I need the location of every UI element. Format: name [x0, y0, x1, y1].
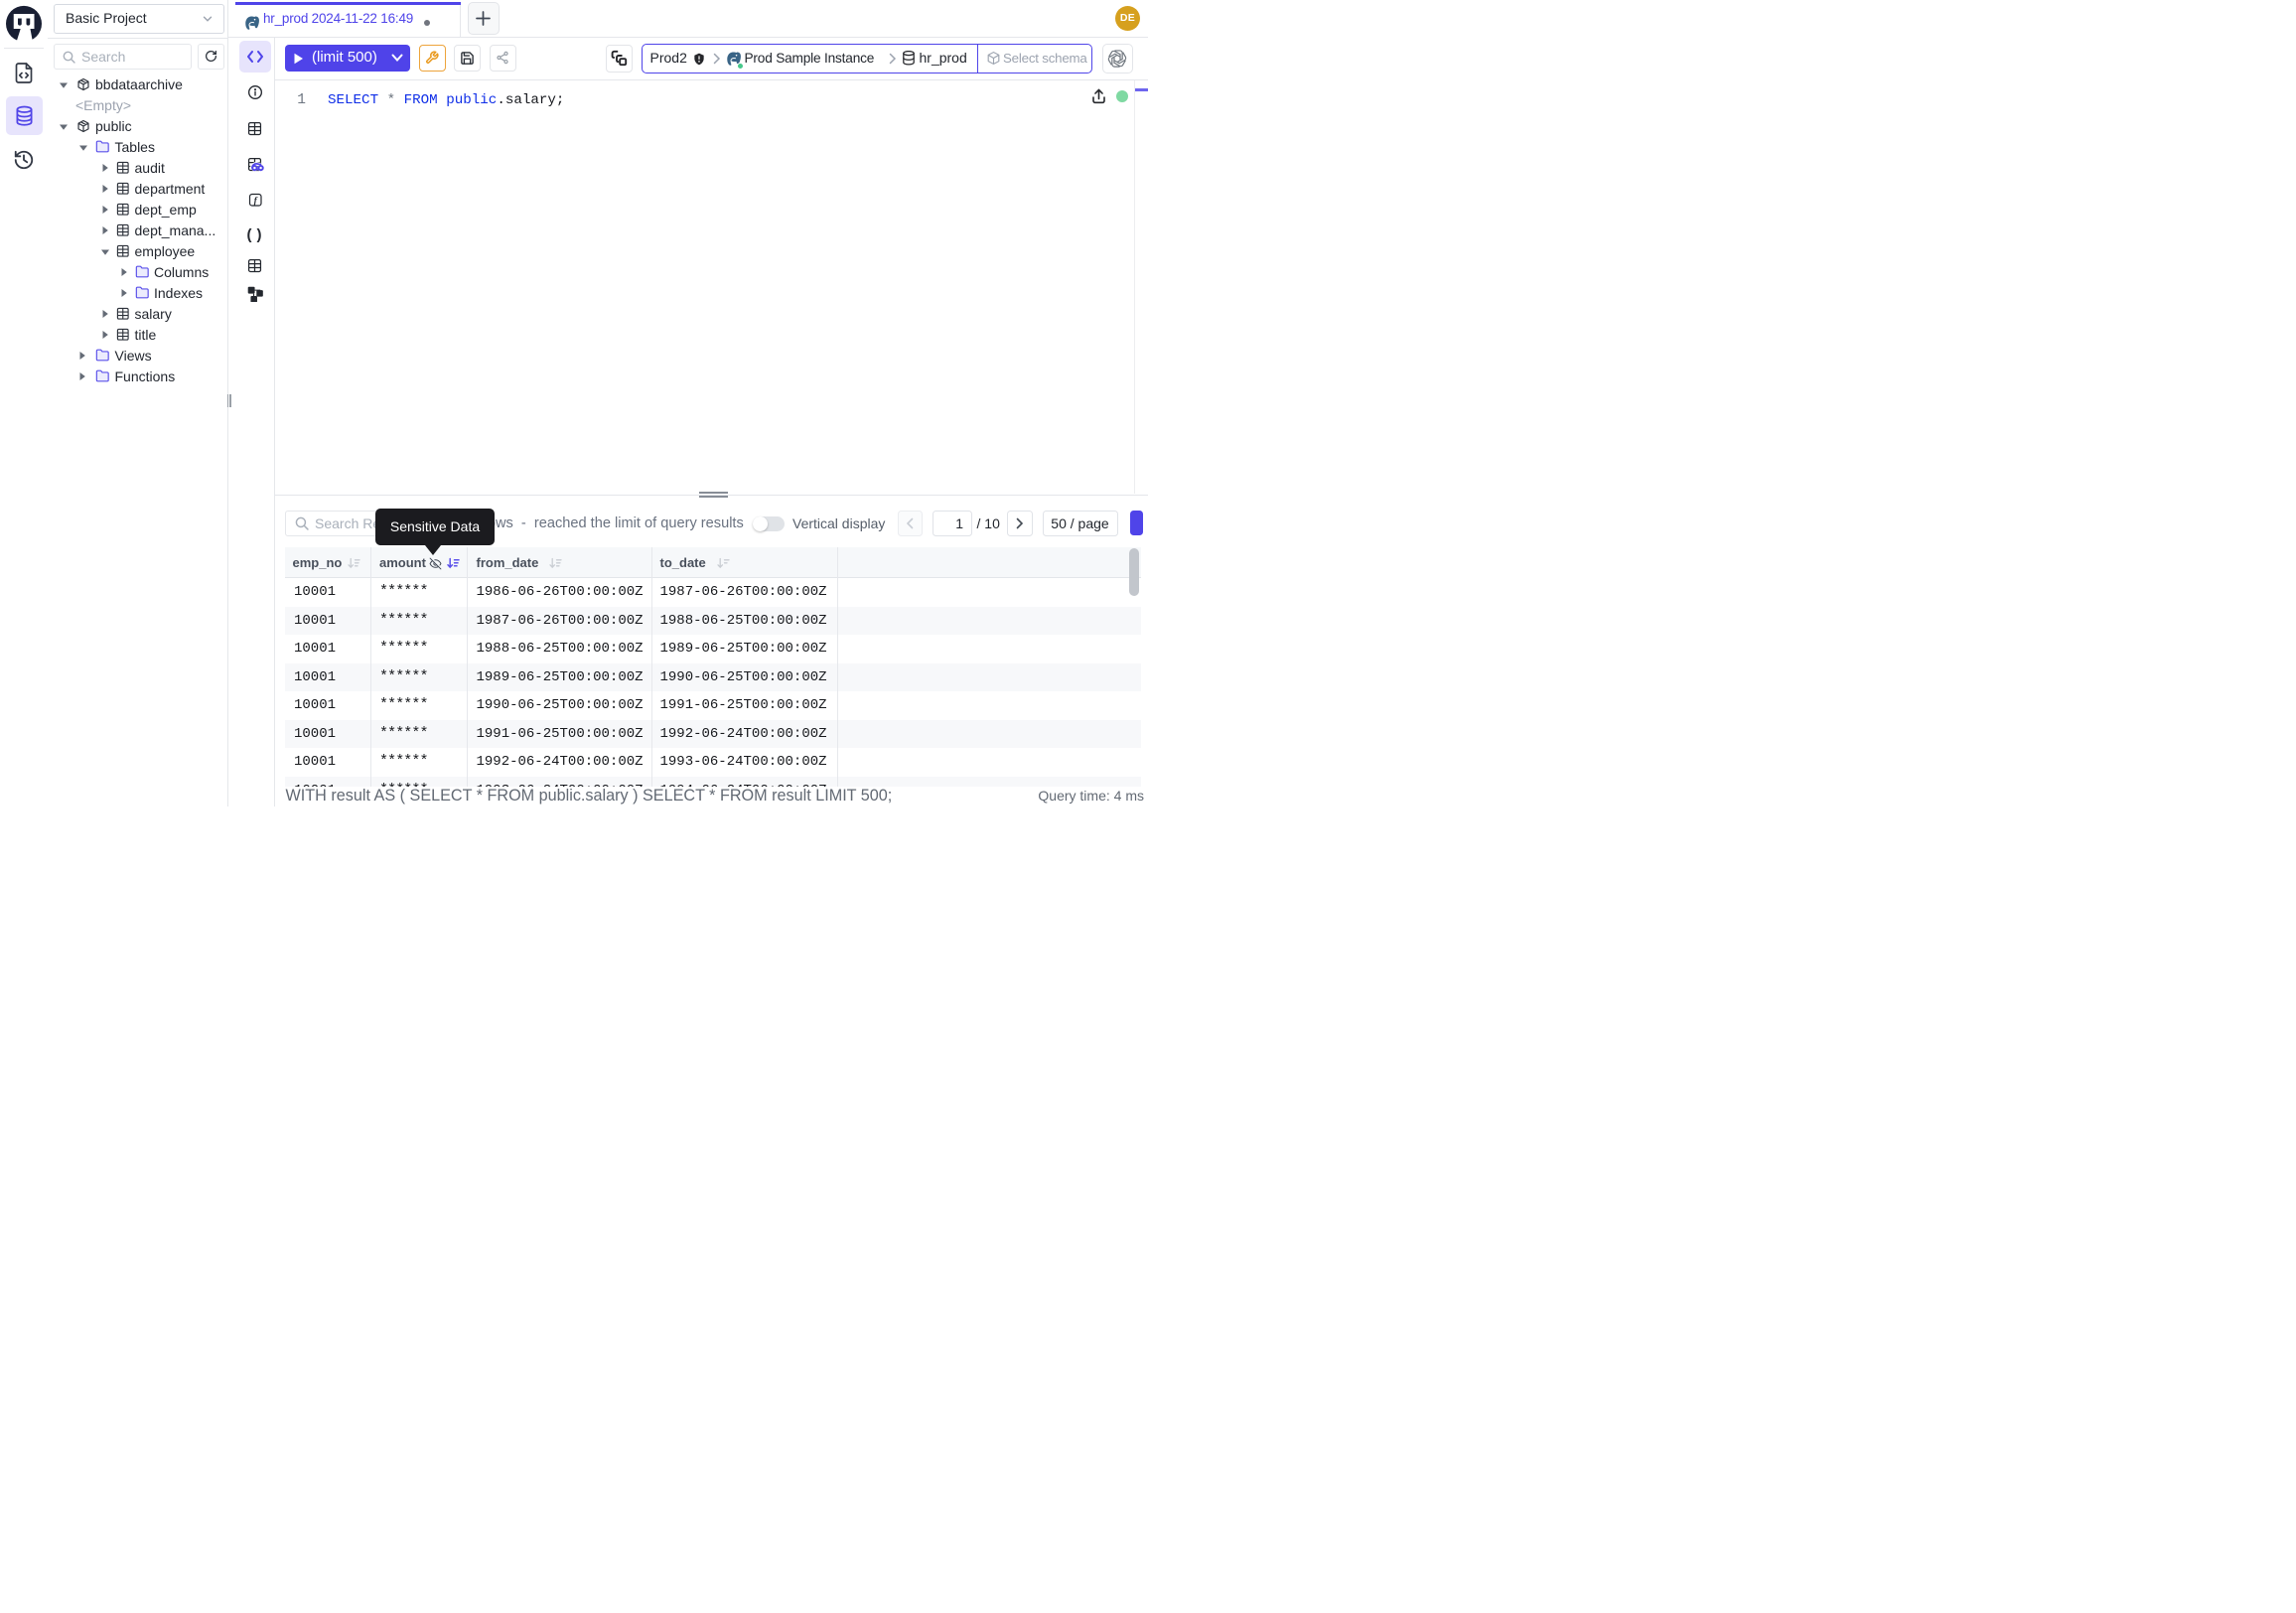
svg-text:f: f	[253, 195, 257, 205]
